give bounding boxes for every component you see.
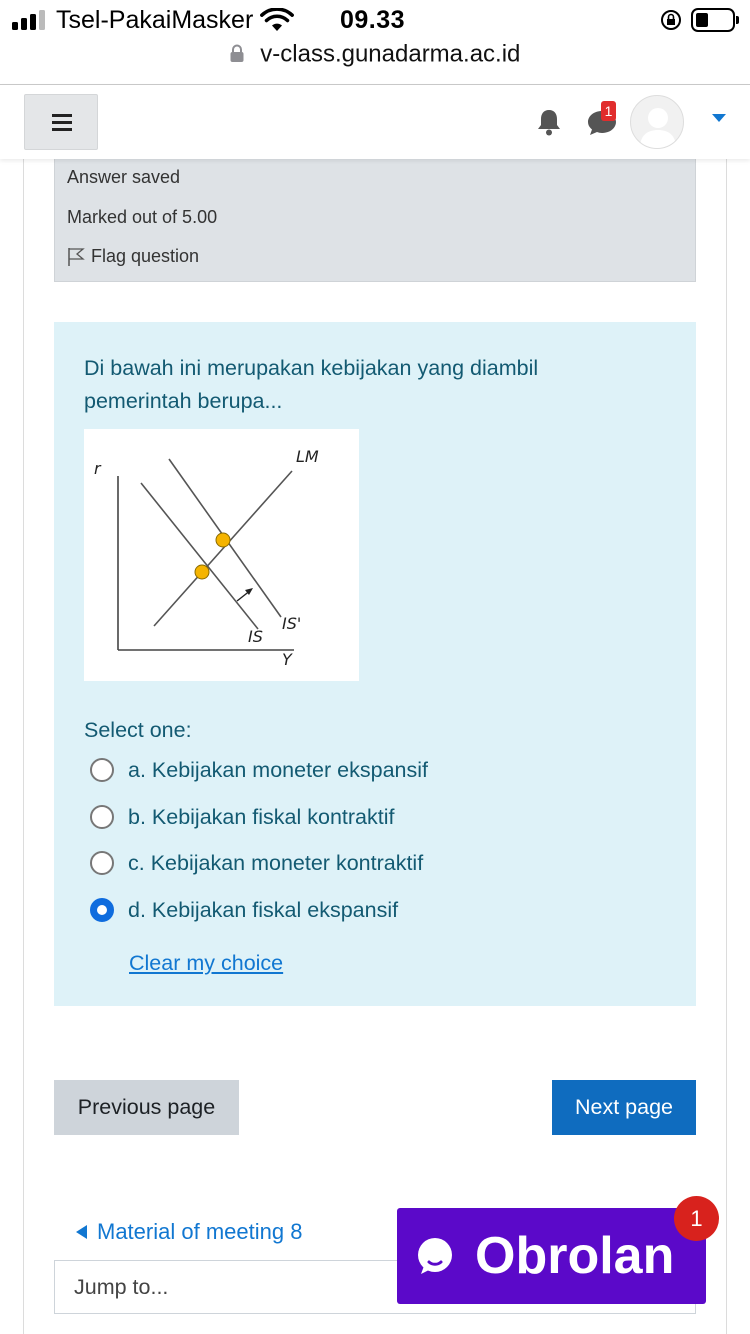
messages-badge: 1 [601, 101, 616, 121]
chat-bubble-icon [418, 1238, 452, 1274]
clock: 09.33 [340, 6, 406, 34]
wifi-icon [260, 8, 294, 31]
radio-a[interactable] [90, 758, 114, 782]
answer-label: a. Kebijakan moneter ekspansif [128, 757, 428, 782]
page-border [726, 159, 727, 1334]
question-state: Answer saved [67, 167, 181, 187]
menu-button[interactable] [24, 94, 98, 150]
chat-widget-button[interactable]: Obrolan [397, 1208, 706, 1304]
next-page-button[interactable]: Next page [552, 1080, 696, 1135]
hamburger-icon [52, 114, 72, 117]
question-text: Di bawah ini merupakan kebijakan yang di… [84, 356, 539, 413]
flag-icon [68, 247, 85, 266]
signal-icon [12, 10, 48, 30]
answer-label: b. Kebijakan fiskal kontraktif [128, 804, 395, 829]
flag-question-label: Flag question [91, 246, 200, 266]
question-content: Di bawah ini merupakan kebijakan yang di… [54, 322, 696, 1006]
user-avatar[interactable] [630, 95, 684, 149]
page-border [23, 159, 24, 1334]
lock-icon [230, 44, 244, 62]
select-prompt: Select one: [84, 718, 192, 742]
status-bar: Tsel-PakaiMasker 09.33 [0, 0, 750, 40]
flag-question-link[interactable]: Flag question [67, 246, 199, 267]
question-grade: Marked out of 5.00 [67, 207, 218, 227]
answer-option-d[interactable]: d. Kebijakan fiskal ekspansif [90, 895, 398, 925]
answer-option-a[interactable]: a. Kebijakan moneter ekspansif [90, 755, 428, 785]
rotation-lock-icon [661, 10, 681, 30]
previous-page-button[interactable]: Previous page [54, 1080, 239, 1135]
question-info: Answer saved Marked out of 5.00 Flag que… [54, 159, 696, 282]
screen: Tsel-PakaiMasker 09.33 v-class.gunadarma… [0, 0, 750, 1334]
notification-bell-icon[interactable] [535, 107, 563, 137]
x-axis-label: Y [282, 650, 293, 669]
is-lm-graph: r Y LM IS IS' [84, 429, 359, 681]
chat-widget-badge: 1 [674, 1196, 719, 1241]
user-menu-caret-icon[interactable] [712, 114, 726, 122]
is-curve-label: IS [248, 627, 263, 646]
jump-to-label: Jump to... [74, 1274, 169, 1299]
radio-d[interactable] [90, 898, 114, 922]
answer-label: c. Kebijakan moneter kontraktif [128, 850, 424, 875]
is-shift-curve-label: IS' [282, 614, 301, 633]
previous-activity-label: Material of meeting 8 [97, 1219, 303, 1244]
triangle-left-icon [76, 1225, 87, 1239]
radio-c[interactable] [90, 851, 114, 875]
site-navbar [0, 85, 750, 159]
answer-option-b[interactable]: b. Kebijakan fiskal kontraktif [90, 802, 395, 832]
answer-option-c[interactable]: c. Kebijakan moneter kontraktif [90, 848, 423, 878]
previous-activity-link[interactable]: Material of meeting 8 [76, 1219, 302, 1245]
url-text: v-class.gunadarma.ac.id [260, 40, 521, 68]
battery-icon [691, 8, 739, 32]
radio-b[interactable] [90, 805, 114, 829]
carrier-name: Tsel-PakaiMasker [56, 6, 254, 34]
clear-choice-link[interactable]: Clear my choice [129, 951, 283, 976]
answer-label: d. Kebijakan fiskal ekspansif [128, 897, 399, 922]
chat-widget-label: Obrolan [475, 1227, 675, 1285]
lm-curve-label: LM [296, 447, 319, 466]
address-bar[interactable]: v-class.gunadarma.ac.id [0, 40, 750, 84]
